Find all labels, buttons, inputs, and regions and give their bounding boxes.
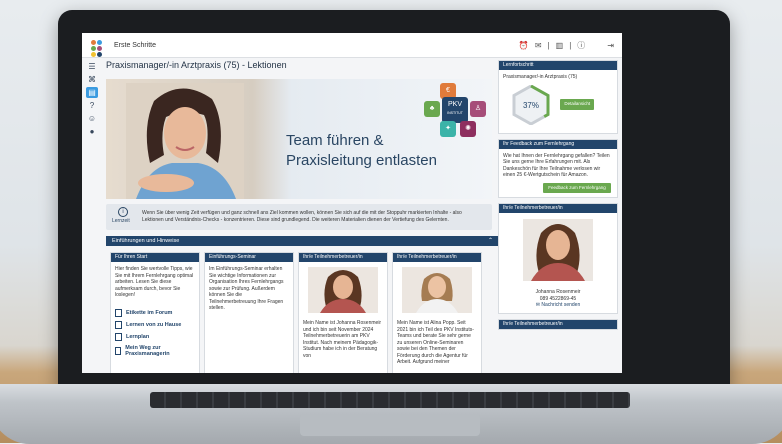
document-icon	[115, 308, 122, 317]
laptop-trackpad	[300, 414, 480, 436]
panel-title: Ihr Feedback zum Fernlehrgang	[499, 139, 617, 149]
card-title: Für Ihren Start	[111, 253, 199, 262]
sidebar: ☰ ⌘ ▤ ? ☺ ●	[86, 61, 100, 139]
divider: |	[547, 40, 550, 50]
card-start: Für Ihren Start Hier finden Sie wertvoll…	[110, 252, 200, 373]
advisor-photo	[402, 267, 472, 313]
pkv-icon[interactable]: ●	[86, 126, 98, 137]
logout-icon[interactable]: ⇥	[607, 41, 614, 50]
people-icon: ♙	[470, 101, 486, 117]
hero-woman-image	[126, 83, 244, 199]
app-logo[interactable]	[90, 39, 106, 57]
question-icon[interactable]: ?	[86, 100, 98, 111]
handshake-icon: ✦	[440, 121, 456, 137]
clock-icon: i	[118, 207, 128, 217]
breadcrumb[interactable]: Erste Schritte	[114, 42, 156, 49]
panel-title: Ihr/e Teilnehmerbetreuer/in	[499, 204, 617, 213]
book-icon[interactable]: ▤	[86, 87, 98, 98]
notification-icon[interactable]: ⏰	[519, 41, 529, 50]
document-icon	[115, 320, 122, 329]
topbar-actions: ⏰ ✉ | ▥ | ⓘ ⇥	[519, 40, 614, 51]
section-header[interactable]: Einführungen und Hinweise ⌃	[106, 236, 498, 246]
advisor-photo	[523, 219, 593, 281]
hero-banner: Team führen & Praxisleitung entlasten € …	[106, 79, 492, 199]
advisor-portrait-image	[416, 273, 458, 313]
link-lernplan[interactable]: Lernplan	[115, 332, 195, 341]
pkv-logo: PKV INSTITUT	[442, 97, 468, 123]
link-etikette[interactable]: Etikette im Forum	[115, 308, 195, 317]
course-name: Praxismanager/-in Arztpraxis (75)	[503, 74, 578, 80]
info-text: Wenn Sie über wenig Zeit verfügen und ga…	[142, 210, 462, 223]
info-label: Lernzeit	[112, 218, 130, 224]
advisor-photo	[308, 267, 378, 313]
hero-icon-cluster: € ♣ PKV INSTITUT ♙ ✦ ✺	[424, 83, 488, 137]
screen: Erste Schritte ⏰ ✉ | ▥ | ⓘ ⇥ ☰ ⌘ ▤ ? ☺ ●…	[82, 33, 622, 373]
feedback-panel: Ihr Feedback zum Fernlehrgang Wie hat Ih…	[498, 138, 618, 198]
mail-icon[interactable]: ✉	[535, 41, 542, 50]
document-icon	[115, 346, 122, 355]
page-title: Praxismanager/-in Arztpraxis (75) - Lekt…	[106, 60, 287, 70]
topbar: Erste Schritte ⏰ ✉ | ▥ | ⓘ ⇥	[82, 33, 622, 58]
feedback-text: Wie hat Ihnen der Fernlehrgang gefallen?…	[503, 152, 610, 179]
hero-title: Team führen & Praxisleitung entlasten	[286, 132, 437, 169]
advisor-portrait-image	[531, 224, 585, 281]
advisor-panel-2: Ihr/e Teilnehmerbetreuer/in	[498, 318, 618, 330]
panel-title: Ihr/e Teilnehmerbetreuer/in	[499, 319, 617, 329]
advisor-portrait-image	[320, 270, 366, 313]
card-text: Hier finden Sie wertvolle Tipps, wie Sie…	[115, 266, 194, 298]
card-title: Ihr/e Teilnehmerbetreuer/in	[393, 253, 481, 262]
card-advisor-1: Ihr/e Teilnehmerbetreuer/in Mein Name is…	[298, 252, 388, 373]
info-banner: i Lernzeit Wenn Sie über wenig Zeit verf…	[106, 204, 492, 230]
menu-icon[interactable]: ☰	[86, 61, 98, 72]
card-seminar: Einführungs-Seminar Im Einführungs-Semin…	[204, 252, 294, 373]
card-text: Im Einführungs-Seminar erhalten Sie wich…	[209, 266, 284, 311]
user-icon[interactable]: ☺	[86, 113, 98, 124]
laptop-keyboard	[150, 392, 630, 408]
help-icon[interactable]: ⓘ	[577, 40, 585, 51]
progress-percent: 37%	[523, 101, 539, 110]
feedback-button[interactable]: Feedback zum Fernlehrgang	[543, 182, 611, 193]
divider: |	[569, 40, 572, 50]
card-advisor-2: Ihr/e Teilnehmerbetreuer/in Mein Name is…	[392, 252, 482, 373]
card-title: Einführungs-Seminar	[205, 253, 293, 262]
chevron-up-icon[interactable]: ⌃	[488, 236, 493, 246]
panel-title: Lernfortschritt	[499, 61, 617, 70]
right-column: Lernfortschritt Praxismanager/-in Arztpr…	[498, 60, 618, 335]
chart-icon[interactable]: ▥	[556, 41, 564, 50]
team-icon: ♣	[424, 101, 440, 117]
message-link[interactable]: ✉ Nachricht senden	[503, 302, 613, 309]
card-title: Ihr/e Teilnehmerbetreuer/in	[299, 253, 387, 262]
detail-button[interactable]: Detailansicht	[560, 99, 595, 110]
card-text: Mein Name ist Johanna Rosenmeir und ich …	[303, 320, 382, 359]
sitemap-icon[interactable]: ⌘	[86, 74, 98, 85]
card-text: Mein Name ist Alina Popp. Seit 2021 bin …	[397, 320, 474, 365]
network-icon: ✺	[460, 121, 476, 137]
advisor-panel: Ihr/e Teilnehmerbetreuer/in Johanna Rose…	[498, 203, 618, 314]
link-weg[interactable]: Mein Weg zur Praxismanagerin	[115, 345, 195, 357]
link-lernen[interactable]: Lernen von zu Hause	[115, 320, 195, 329]
progress-hexagon: 37%	[512, 84, 550, 125]
progress-panel: Lernfortschritt Praxismanager/-in Arztpr…	[498, 60, 618, 134]
document-icon	[115, 332, 122, 341]
card-links: Etikette im Forum Lernen von zu Hause Le…	[111, 303, 199, 363]
